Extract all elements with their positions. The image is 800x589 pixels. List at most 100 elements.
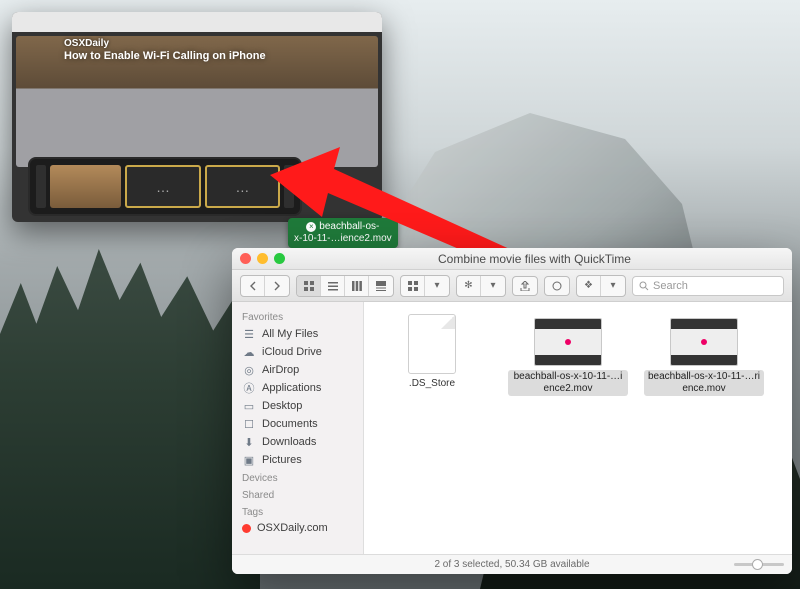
view-icon-button[interactable] xyxy=(297,276,321,296)
desktop-icon: ▭ xyxy=(242,399,256,413)
document-icon xyxy=(408,314,456,374)
sidebar-item-label: All My Files xyxy=(262,328,318,340)
applications-icon: Ⓐ xyxy=(242,381,256,395)
search-field[interactable]: Search xyxy=(632,276,784,296)
view-column-button[interactable] xyxy=(345,276,369,296)
view-list-button[interactable] xyxy=(321,276,345,296)
window-close-button[interactable] xyxy=(240,253,251,264)
tag-icon xyxy=(552,281,562,291)
file-beachball-mov-1[interactable]: beachball-os-x-10-11-…ience2.mov xyxy=(508,314,628,396)
clip-drop-slot-2[interactable]: … xyxy=(205,165,280,208)
sidebar-item-downloads[interactable]: ⬇ Downloads xyxy=(232,433,363,451)
back-button[interactable] xyxy=(241,276,265,296)
downloads-icon: ⬇ xyxy=(242,435,256,449)
search-icon xyxy=(639,281,649,291)
drag-badge-close-icon: × xyxy=(306,222,316,232)
sidebar-item-label: Desktop xyxy=(262,400,302,412)
quicktime-content: OSXDaily How to Enable Wi-Fi Calling on … xyxy=(12,32,382,222)
sidebar-item-label: iCloud Drive xyxy=(262,346,322,358)
status-text: 2 of 3 selected, 50.34 GB available xyxy=(434,559,589,570)
search-placeholder: Search xyxy=(653,280,688,292)
gear-icon: ✻ xyxy=(457,276,481,296)
airdrop-icon: ◎ xyxy=(242,363,256,377)
webpage-logo: OSXDaily xyxy=(64,38,109,49)
view-mode-buttons xyxy=(296,275,394,297)
chevron-down-icon: ▾ xyxy=(425,276,449,296)
arrange-icon xyxy=(401,276,425,296)
sidebar-item-applications[interactable]: Ⓐ Applications xyxy=(232,379,363,397)
sidebar-item-desktop[interactable]: ▭ Desktop xyxy=(232,397,363,415)
action-menu[interactable]: ✻ ▾ xyxy=(456,275,506,297)
file-ds-store[interactable]: .DS_Store xyxy=(372,314,492,390)
quicktime-window[interactable]: OSXDaily How to Enable Wi-Fi Calling on … xyxy=(12,12,382,222)
drag-badge-line1: beachball-os- xyxy=(319,221,379,232)
nav-buttons xyxy=(240,275,290,297)
grid-icon xyxy=(304,281,314,291)
sidebar-item-label: Downloads xyxy=(262,436,316,448)
sidebar-header-shared: Shared xyxy=(232,486,363,503)
sidebar-header-tags: Tags xyxy=(232,503,363,520)
finder-title: Combine movie files with QuickTime xyxy=(285,252,784,266)
finder-status-bar: 2 of 3 selected, 50.34 GB available xyxy=(232,554,792,574)
wallpaper-trees-left xyxy=(0,249,260,589)
finder-window[interactable]: Combine movie files with QuickTime ▾ ✻ ▾ xyxy=(232,248,792,574)
sidebar-item-airdrop[interactable]: ◎ AirDrop xyxy=(232,361,363,379)
sidebar-header-devices: Devices xyxy=(232,469,363,486)
finder-toolbar: ▾ ✻ ▾ ❖ ▾ Search xyxy=(232,270,792,302)
slider-knob[interactable] xyxy=(752,559,763,570)
chevron-down-icon: ▾ xyxy=(601,276,625,296)
dropbox-menu[interactable]: ❖ ▾ xyxy=(576,275,626,297)
quicktime-titlebar[interactable] xyxy=(12,12,382,32)
finder-titlebar[interactable]: Combine movie files with QuickTime xyxy=(232,248,792,270)
columns-icon xyxy=(352,281,362,291)
sidebar-item-all-my-files[interactable]: ☰ All My Files xyxy=(232,325,363,343)
coverflow-icon xyxy=(376,281,386,291)
view-coverflow-button[interactable] xyxy=(369,276,393,296)
icloud-icon: ☁ xyxy=(242,345,256,359)
all-my-files-icon: ☰ xyxy=(242,327,256,341)
drag-file-badge: ×beachball-os- x-10-11-…ience2.mov xyxy=(288,218,398,248)
sidebar-item-label: Applications xyxy=(262,382,321,394)
sidebar-item-label: OSXDaily.com xyxy=(257,522,328,534)
finder-body: Favorites ☰ All My Files ☁ iCloud Drive ◎ A… xyxy=(232,302,792,554)
slider-track xyxy=(734,563,784,566)
file-label: beachball-os-x-10-11-…ience2.mov xyxy=(508,370,628,396)
window-minimize-button[interactable] xyxy=(257,253,268,264)
icon-size-slider[interactable] xyxy=(734,563,784,566)
pictures-icon: ▣ xyxy=(242,453,256,467)
quicktime-clip-editor[interactable]: … … xyxy=(30,159,300,214)
chevron-down-icon: ▾ xyxy=(481,276,505,296)
file-label: beachball-os-x-10-11-…rience.mov xyxy=(644,370,764,396)
drag-badge-line2: x-10-11-…ience2.mov xyxy=(294,233,392,244)
finder-sidebar: Favorites ☰ All My Files ☁ iCloud Drive ◎ A… xyxy=(232,302,364,554)
list-icon xyxy=(328,281,338,291)
share-icon xyxy=(520,281,530,291)
sidebar-tag-osxdaily[interactable]: OSXDaily.com xyxy=(232,520,363,536)
window-zoom-button[interactable] xyxy=(274,253,285,264)
file-beachball-mov-2[interactable]: beachball-os-x-10-11-…rience.mov xyxy=(644,314,764,396)
sidebar-item-label: Pictures xyxy=(262,454,302,466)
tags-button[interactable] xyxy=(544,276,570,296)
clip-editor-side-right xyxy=(284,165,294,208)
documents-icon: ☐ xyxy=(242,417,256,431)
share-button[interactable] xyxy=(512,276,538,296)
clip-drop-slot-1[interactable]: … xyxy=(125,165,200,208)
webpage-headline: How to Enable Wi-Fi Calling on iPhone xyxy=(64,50,266,62)
dropbox-icon: ❖ xyxy=(577,276,601,296)
sidebar-item-pictures[interactable]: ▣ Pictures xyxy=(232,451,363,469)
sidebar-header-favorites: Favorites xyxy=(232,308,363,325)
clip-editor-side-left xyxy=(36,165,46,208)
movie-icon xyxy=(670,318,738,366)
sidebar-item-documents[interactable]: ☐ Documents xyxy=(232,415,363,433)
file-label: .DS_Store xyxy=(372,378,492,390)
sidebar-item-icloud-drive[interactable]: ☁ iCloud Drive xyxy=(232,343,363,361)
arrange-menu[interactable]: ▾ xyxy=(400,275,450,297)
movie-icon xyxy=(534,318,602,366)
tag-dot-red-icon xyxy=(242,524,251,533)
forward-button[interactable] xyxy=(265,276,289,296)
sidebar-item-label: Documents xyxy=(262,418,318,430)
window-traffic-lights xyxy=(240,253,285,264)
clip-thumbnail[interactable] xyxy=(50,165,121,208)
finder-content[interactable]: .DS_Store beachball-os-x-10-11-…ience2.m… xyxy=(364,302,792,554)
sidebar-item-label: AirDrop xyxy=(262,364,299,376)
